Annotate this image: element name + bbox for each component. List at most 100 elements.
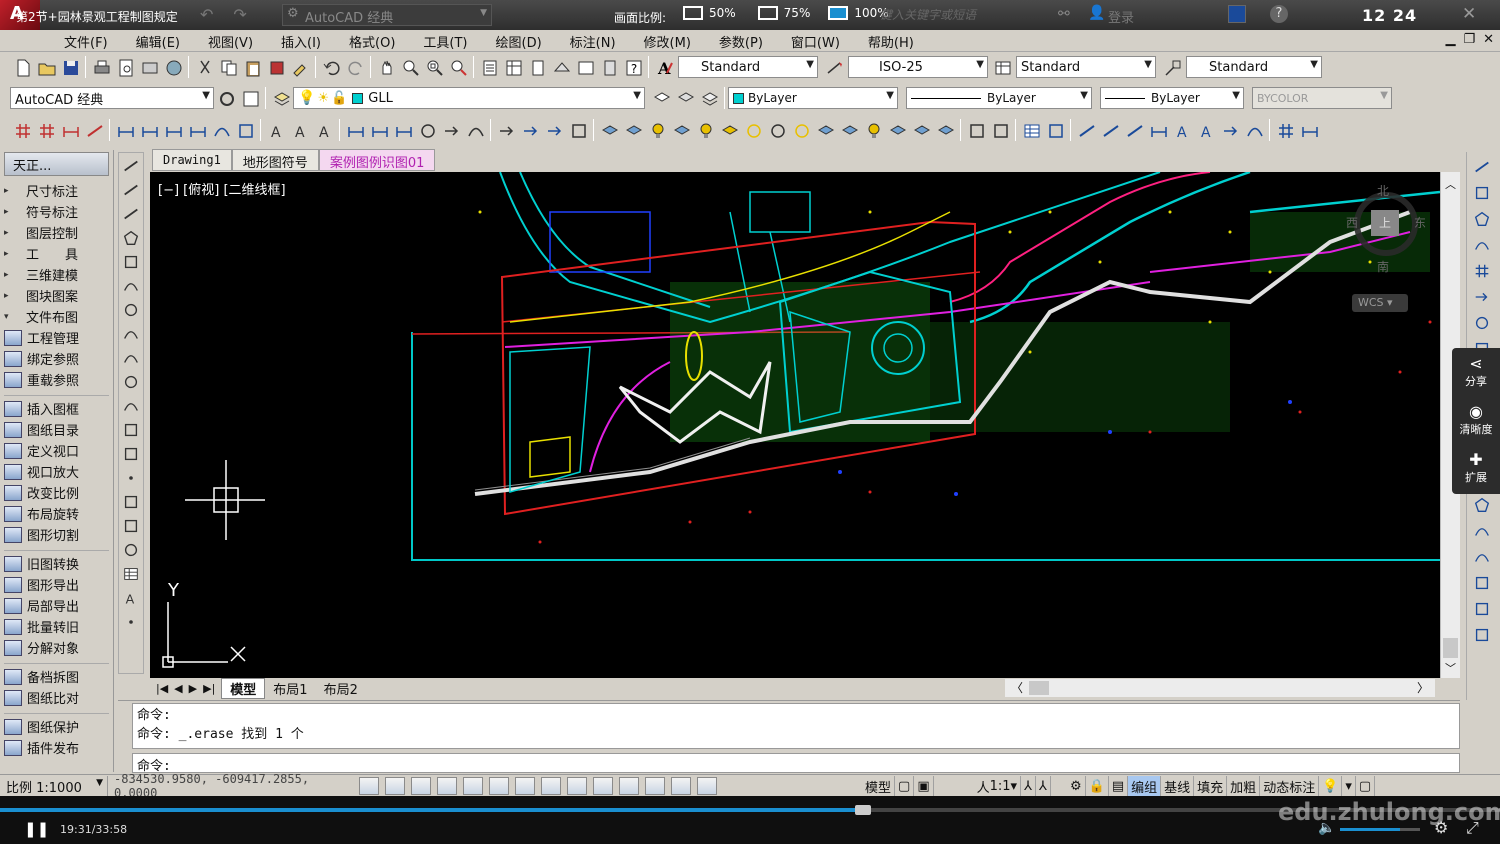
block-copy-icon[interactable] bbox=[266, 57, 286, 77]
tab-layout2[interactable]: 布局2 bbox=[316, 679, 366, 698]
chamfer-icon[interactable] bbox=[1471, 494, 1493, 516]
viewcube[interactable]: 北 西 东 南 上 bbox=[1346, 182, 1426, 280]
sidebar-item[interactable]: 布局旋转 bbox=[0, 503, 113, 524]
menu-item[interactable]: 窗口(W) bbox=[791, 32, 840, 51]
linetype-dropdown[interactable]: ByLayer ▼ bbox=[906, 87, 1092, 109]
sidebar-title[interactable]: 天正... bbox=[4, 152, 109, 176]
viewcube-east[interactable]: 东 bbox=[1414, 214, 1426, 231]
align-icon[interactable] bbox=[1148, 120, 1168, 140]
radius-icon[interactable] bbox=[417, 120, 437, 140]
command-input[interactable]: 命令: bbox=[132, 753, 1460, 774]
save-icon[interactable] bbox=[60, 57, 80, 77]
status-toggle-button[interactable]: 动态标注 bbox=[1260, 776, 1320, 796]
rotate-icon[interactable] bbox=[1471, 312, 1493, 334]
workspace-switch-dropdown[interactable]: AutoCAD 经典 ▼ bbox=[10, 87, 214, 109]
layer-stack-icon[interactable] bbox=[887, 120, 907, 140]
dim-angle-icon[interactable] bbox=[211, 120, 231, 140]
explode-icon[interactable] bbox=[1471, 572, 1493, 594]
gear-layer-icon[interactable] bbox=[767, 120, 787, 140]
color-dropdown[interactable]: ByLayer ▼ bbox=[728, 87, 898, 109]
dim-style-icon[interactable] bbox=[824, 57, 844, 77]
sc-icon[interactable] bbox=[697, 776, 717, 795]
menu-item[interactable]: 修改(M) bbox=[644, 32, 691, 51]
sidebar-group[interactable]: ▸ 符号标注 bbox=[0, 201, 113, 222]
otrack-icon[interactable] bbox=[541, 776, 561, 795]
pan-icon[interactable] bbox=[376, 57, 396, 77]
wall-icon[interactable] bbox=[84, 120, 104, 140]
sidebar-item[interactable]: 图纸目录 bbox=[0, 419, 113, 440]
doc-close-icon[interactable]: ✕ bbox=[1483, 32, 1494, 47]
drawing-canvas[interactable]: [−] [俯视] [二维线框] Y 北 西 东 南 上 WCS ▾ bbox=[150, 172, 1440, 678]
share-button[interactable]: ⋖ 分享 bbox=[1452, 348, 1500, 396]
menu-item[interactable]: 文件(F) bbox=[64, 32, 108, 51]
redo-icon[interactable]: ↷ bbox=[233, 5, 246, 24]
extend-button[interactable]: ✚ 扩展 bbox=[1452, 444, 1500, 492]
ellipse-arc-icon[interactable] bbox=[120, 395, 142, 417]
menu-item[interactable]: 标注(N) bbox=[570, 32, 616, 51]
status-toggle-button[interactable]: 编组 bbox=[1128, 776, 1162, 796]
menu-item[interactable]: 编辑(E) bbox=[136, 32, 180, 51]
index-icon[interactable] bbox=[1124, 120, 1144, 140]
layer-state-icon[interactable] bbox=[699, 88, 719, 108]
table-style-dropdown[interactable]: Standard ▼ bbox=[1016, 56, 1156, 78]
sidebar-item[interactable]: 分解对象 bbox=[0, 637, 113, 658]
layer-lock-icon[interactable] bbox=[671, 120, 691, 140]
move-copy-icon[interactable] bbox=[496, 120, 516, 140]
video-progress-track[interactable] bbox=[0, 805, 1500, 815]
help-icon[interactable]: ? bbox=[1270, 5, 1288, 23]
markup-icon[interactable] bbox=[575, 57, 595, 77]
line-icon[interactable] bbox=[120, 155, 142, 177]
sun-icon[interactable] bbox=[743, 120, 763, 140]
print-preview-icon[interactable] bbox=[115, 57, 135, 77]
copy-object-icon[interactable] bbox=[1471, 182, 1493, 204]
status-toggle-button[interactable]: 基线 bbox=[1161, 776, 1195, 796]
lineweight-icon[interactable] bbox=[619, 776, 639, 795]
sidebar-item[interactable]: 图纸保护 bbox=[0, 716, 113, 737]
viewcube-north[interactable]: 北 bbox=[1377, 182, 1389, 199]
table-icon[interactable] bbox=[120, 563, 142, 585]
move-object-icon[interactable] bbox=[1471, 286, 1493, 308]
column-icon[interactable] bbox=[60, 120, 80, 140]
3d-publish-icon[interactable] bbox=[163, 57, 183, 77]
construction-line-icon[interactable] bbox=[120, 179, 142, 201]
text-multi-icon[interactable]: A bbox=[314, 120, 334, 141]
blend-curve-icon[interactable] bbox=[1471, 546, 1493, 568]
menu-item[interactable]: 插入(I) bbox=[281, 32, 321, 51]
draworder-back-icon[interactable] bbox=[1471, 624, 1493, 646]
prev-tab-icon[interactable]: ◀ bbox=[174, 682, 182, 695]
status-menu-icon[interactable]: ▾ bbox=[1342, 776, 1356, 796]
viewcube-top-face[interactable]: 上 bbox=[1371, 210, 1399, 236]
insert-block-icon[interactable] bbox=[120, 419, 142, 441]
settings-icon[interactable]: ⚙ bbox=[1434, 818, 1448, 837]
doc-restore-icon[interactable]: ❐ bbox=[1463, 32, 1475, 47]
text-style-dropdown[interactable]: Standard ▼ bbox=[678, 56, 818, 78]
fillet-icon[interactable] bbox=[1471, 520, 1493, 542]
table-style-icon[interactable] bbox=[992, 57, 1012, 77]
clarity-button[interactable]: ◉ 清晰度 bbox=[1452, 396, 1500, 444]
offset-icon[interactable] bbox=[1471, 234, 1493, 256]
print-icon[interactable] bbox=[91, 57, 111, 77]
bulb-on-icon[interactable] bbox=[647, 120, 667, 140]
workspace-settings-icon[interactable] bbox=[216, 88, 236, 108]
horizontal-scrollbar[interactable]: 〈 〉 bbox=[1005, 679, 1435, 697]
sidebar-group[interactable]: ▸ 三维建模 bbox=[0, 264, 113, 285]
scale-dropdown[interactable]: 比例 1:1000 ▼ bbox=[0, 775, 108, 796]
region-icon[interactable] bbox=[120, 539, 142, 561]
binoculars-icon[interactable]: ⚯ bbox=[1058, 6, 1070, 22]
bulb-off-icon[interactable] bbox=[695, 120, 715, 140]
doc-minimize-icon[interactable]: ▁ bbox=[1445, 32, 1455, 47]
layer-dropdown[interactable]: 💡 ☀ 🔓 GLL ▼ bbox=[293, 87, 645, 109]
fullscreen-icon[interactable]: ⤢ bbox=[1466, 818, 1479, 838]
properties-icon[interactable] bbox=[479, 57, 499, 77]
image-icon[interactable] bbox=[1045, 120, 1065, 140]
menu-item[interactable]: 帮助(H) bbox=[868, 32, 914, 51]
layer-properties-icon[interactable] bbox=[271, 88, 291, 108]
axis-dim-icon[interactable] bbox=[345, 120, 365, 140]
annotation-visibility-icon[interactable]: ⅄ bbox=[1021, 776, 1037, 796]
text-style-icon[interactable]: A bbox=[654, 57, 674, 78]
sidebar-item[interactable]: 插入图框 bbox=[0, 398, 113, 419]
multileader-style-dropdown[interactable]: Standard ▼ bbox=[1186, 56, 1322, 78]
hash-icon[interactable] bbox=[12, 120, 32, 140]
north-arrow-icon[interactable] bbox=[1220, 120, 1240, 140]
ratio-50-checkbox[interactable] bbox=[683, 6, 703, 20]
